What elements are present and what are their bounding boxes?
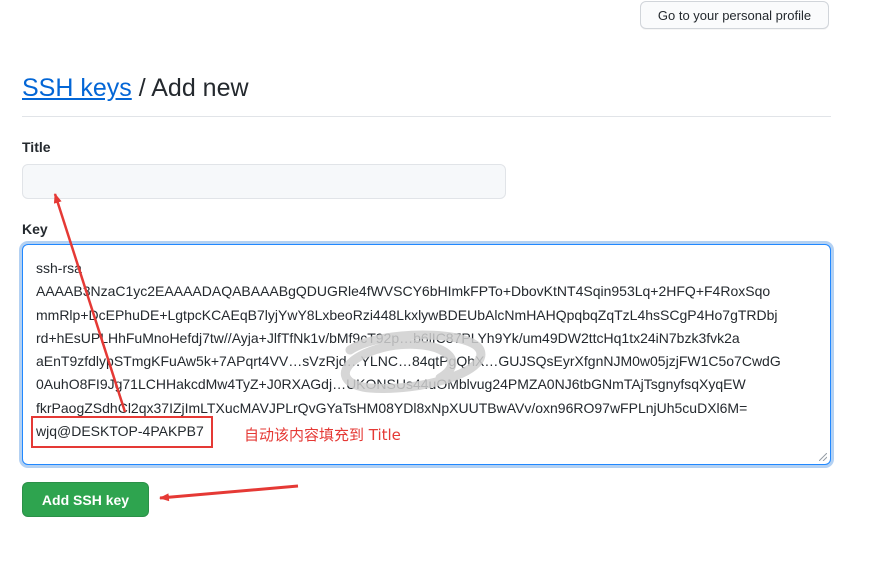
key-line: mmRlp+DcEPhuDE+LgtpcKCAEqB7lyjYwY8LxbeoR… [36,306,778,323]
key-line: aEnT9zfdlypSTmgKFuAw5k+7APqrt4VV…sVzRjd…… [36,353,781,370]
page-title-current: Add new [151,74,249,102]
header-divider [22,116,831,117]
key-label: Key [22,221,48,237]
key-line: AAAAB3NzaC1yc2EAAAADAQABAAABgQDUGRle4fWV… [36,283,771,300]
arrow-to-add-button [159,484,299,502]
annotation-highlight-box [31,416,213,448]
key-line: rd+hEsUPLHhFuMnoHefdj7tw//Ayja+JlfTfNk1v… [36,329,740,346]
annotation-text: 自动该内容填充到 Title [244,426,401,444]
page-title: SSH keys / Add new [22,74,249,103]
add-ssh-key-page: Go to your personal profile SSH keys / A… [0,0,889,565]
title-input[interactable] [22,164,506,199]
resize-grip-icon[interactable] [819,453,827,461]
add-ssh-key-button[interactable]: Add SSH key [22,482,149,517]
ssh-keys-breadcrumb-link[interactable]: SSH keys [22,74,132,102]
breadcrumb-separator: / [131,74,152,102]
title-label: Title [22,139,51,155]
key-line: ssh-rsa [36,260,82,276]
key-line: 0AuhO8FI9Jg71LCHHakcdMw4TyZ+J0RXAGdj…UKO… [36,376,746,393]
personal-profile-button[interactable]: Go to your personal profile [640,1,829,29]
